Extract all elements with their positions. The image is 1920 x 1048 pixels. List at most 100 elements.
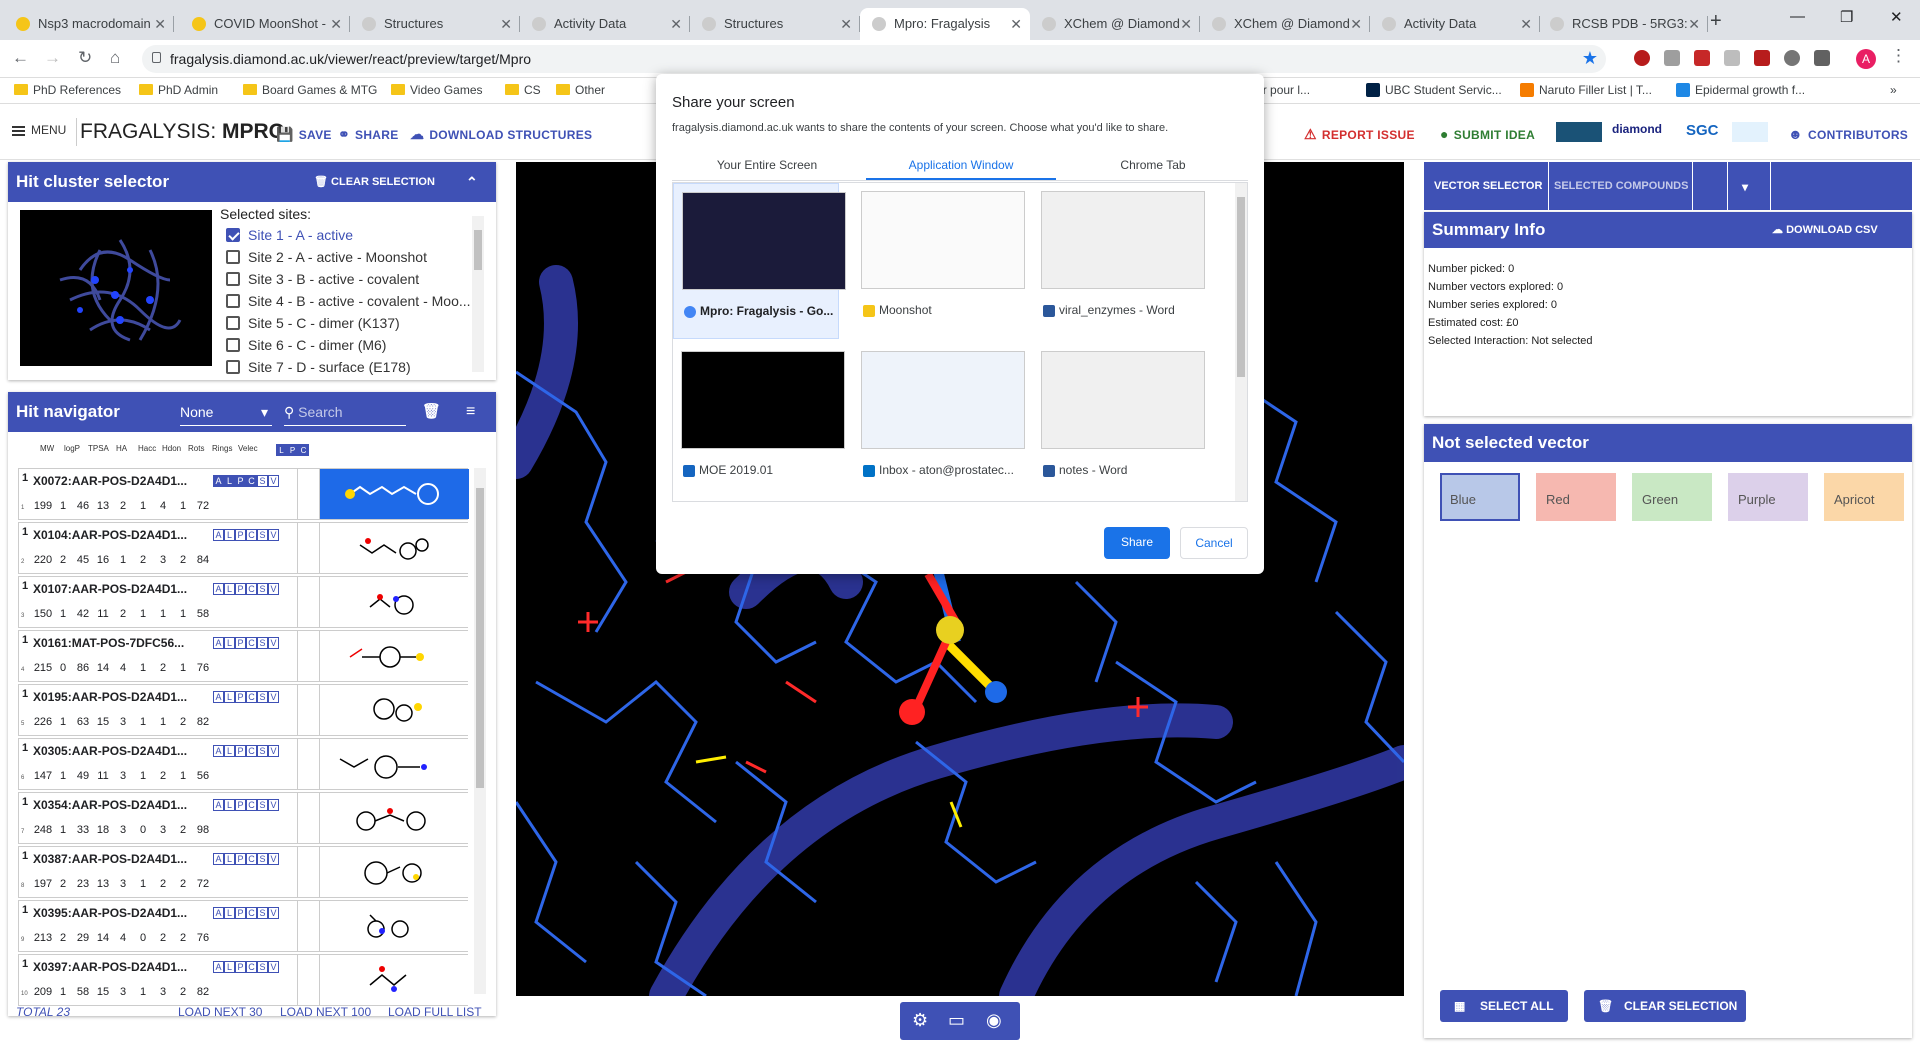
profile-avatar[interactable]: A: [1856, 49, 1876, 69]
browser-tab[interactable]: RCSB PDB - 5RG3: ✕: [1538, 8, 1708, 40]
toggle-tag[interactable]: A: [213, 529, 224, 541]
toggle-tag[interactable]: C: [246, 799, 257, 811]
window-thumbnail[interactable]: notes - Word: [1033, 343, 1205, 499]
toggle-tag[interactable]: S: [257, 961, 268, 973]
puzzle-icon[interactable]: [1814, 50, 1830, 66]
toggle-tag[interactable]: A: [213, 475, 224, 487]
toggle-tag[interactable]: P: [235, 691, 246, 703]
load-full-list-button[interactable]: LOAD FULL LIST: [388, 1005, 482, 1019]
site-list-scrollbar[interactable]: [472, 216, 484, 372]
close-tab-icon[interactable]: ✕: [1688, 8, 1700, 40]
checkbox[interactable]: [226, 228, 240, 243]
bookmark-link[interactable]: UBC Student Servic...: [1366, 83, 1502, 97]
checkbox[interactable]: [226, 294, 240, 309]
bookmark-star-icon[interactable]: ★: [1582, 48, 1598, 69]
back-icon[interactable]: ←: [12, 48, 29, 68]
toggle-tag[interactable]: V: [268, 853, 279, 865]
site-item[interactable]: Site 2 - A - active - Moonshot: [220, 246, 488, 268]
checkbox[interactable]: [226, 316, 240, 331]
toggle-tag[interactable]: C: [246, 691, 257, 703]
tab-entire-screen[interactable]: Your Entire Screen: [672, 158, 862, 172]
tab-application-window[interactable]: Application Window: [866, 158, 1056, 180]
bookmark-folder[interactable]: Video Games: [391, 83, 483, 97]
checkbox[interactable]: [226, 360, 240, 375]
close-tab-icon[interactable]: ✕: [330, 8, 342, 40]
hit-row[interactable]: 1 9 X0395:AAR-POS-D2A4D1... 213 2 29 14 4 0 2 2…: [18, 900, 469, 952]
toggle-tag[interactable]: C: [246, 529, 257, 541]
toggle-tag[interactable]: V: [268, 691, 279, 703]
grid-scrollbar[interactable]: [1235, 183, 1247, 501]
window-thumbnail[interactable]: Inbox - aton@prostatec...: [853, 343, 1025, 499]
window-thumbnail[interactable]: MOE 2019.01: [673, 343, 845, 499]
collapse-icon[interactable]: ⌃: [466, 162, 478, 202]
toggle-tag[interactable]: L: [224, 907, 235, 919]
close-tab-icon[interactable]: ✕: [670, 8, 682, 40]
hit-row[interactable]: 1 8 X0387:AAR-POS-D2A4D1... 197 2 23 13 3 1 2 2…: [18, 846, 469, 898]
toggle-tag[interactable]: S: [257, 853, 268, 865]
forward-icon[interactable]: →: [44, 48, 61, 68]
column-header[interactable]: HA: [116, 444, 127, 453]
hit-row[interactable]: 1 5 X0195:AAR-POS-D2A4D1... 226 1 63 15 3 1 1 2…: [18, 684, 469, 736]
toggle-tag[interactable]: S: [257, 799, 268, 811]
site-item[interactable]: Site 7 - D - surface (E178): [220, 356, 488, 378]
lpc-toggle[interactable]: L: [276, 444, 287, 456]
molecule-image[interactable]: [319, 523, 469, 573]
toggle-tag[interactable]: P: [235, 961, 246, 973]
close-window-button[interactable]: ✕: [1890, 8, 1903, 26]
column-header[interactable]: Hdon: [162, 444, 181, 453]
toggle-tag[interactable]: L: [224, 691, 235, 703]
browser-tab[interactable]: Nsp3 macrodomain ✕: [4, 8, 174, 40]
restore-button[interactable]: ❐: [1840, 8, 1853, 26]
molecule-image[interactable]: [319, 631, 469, 681]
site-item[interactable]: Site 4 - B - active - covalent - Moo...: [220, 290, 488, 312]
scrollbar-thumb[interactable]: [476, 488, 484, 788]
load-next-100-button[interactable]: LOAD NEXT 100: [280, 1005, 371, 1019]
toggle-tag[interactable]: A: [213, 799, 224, 811]
lpc-toggle[interactable]: P: [287, 444, 298, 456]
toggle-tag[interactable]: P: [235, 745, 246, 757]
toggle-tag[interactable]: L: [224, 529, 235, 541]
close-tab-icon[interactable]: ✕: [500, 8, 512, 40]
settings-icon[interactable]: ⚙: [912, 1010, 928, 1031]
toggle-tag[interactable]: A: [213, 691, 224, 703]
save-button[interactable]: 💾 SAVE: [276, 126, 332, 143]
browser-tab[interactable]: XChem @ Diamond ✕: [1200, 8, 1370, 40]
toggle-tag[interactable]: C: [246, 853, 257, 865]
molecule-image[interactable]: [319, 901, 469, 951]
share-button[interactable]: ⚭ SHARE: [338, 126, 399, 143]
window-thumbnail[interactable]: viral_enzymes - Word: [1033, 183, 1205, 339]
toggle-tag[interactable]: P: [235, 529, 246, 541]
toggle-tag[interactable]: A: [213, 583, 224, 595]
color-vector-button[interactable]: Purple: [1728, 473, 1808, 521]
home-icon[interactable]: ⌂: [110, 48, 120, 68]
toggle-tag[interactable]: S: [257, 637, 268, 649]
window-thumbnail[interactable]: Mpro: Fragalysis - Go...: [673, 183, 846, 339]
molecule-image[interactable]: [319, 793, 469, 843]
submit-idea-button[interactable]: ● SUBMIT IDEA: [1440, 126, 1535, 142]
contributors-button[interactable]: ☻ CONTRIBUTORS: [1788, 126, 1908, 142]
toggle-tag[interactable]: S: [257, 529, 268, 541]
molecule-image[interactable]: [319, 469, 469, 519]
color-vector-button[interactable]: Apricot: [1824, 473, 1904, 521]
filter-select[interactable]: None ▾: [180, 392, 272, 426]
display-icon[interactable]: ▭: [948, 1010, 965, 1031]
toggle-tag[interactable]: V: [268, 637, 279, 649]
close-tab-icon[interactable]: ✕: [154, 8, 166, 40]
toggle-tag[interactable]: S: [257, 475, 268, 487]
column-header[interactable]: MW: [40, 444, 54, 453]
bookmark-folder[interactable]: CS: [505, 83, 541, 97]
clear-selection-button[interactable]: 🗑 CLEAR SELECTION: [1584, 990, 1746, 1022]
lpc-toggle[interactable]: C: [298, 444, 309, 456]
browser-tab[interactable]: Structures ✕: [690, 8, 860, 40]
browser-tab[interactable]: Activity Data ✕: [1370, 8, 1540, 40]
toggle-tag[interactable]: L: [224, 745, 235, 757]
checkbox[interactable]: [226, 272, 240, 287]
bookmark-folder[interactable]: PhD Admin: [139, 83, 218, 97]
column-header[interactable]: Hacc: [138, 444, 156, 453]
cancel-button[interactable]: Cancel: [1180, 527, 1248, 559]
extension-icon[interactable]: [1784, 50, 1800, 66]
site-item[interactable]: Site 5 - C - dimer (K137): [220, 312, 488, 334]
toggle-tag[interactable]: P: [235, 907, 246, 919]
toggle-tag[interactable]: P: [235, 799, 246, 811]
toggle-tag[interactable]: V: [268, 529, 279, 541]
